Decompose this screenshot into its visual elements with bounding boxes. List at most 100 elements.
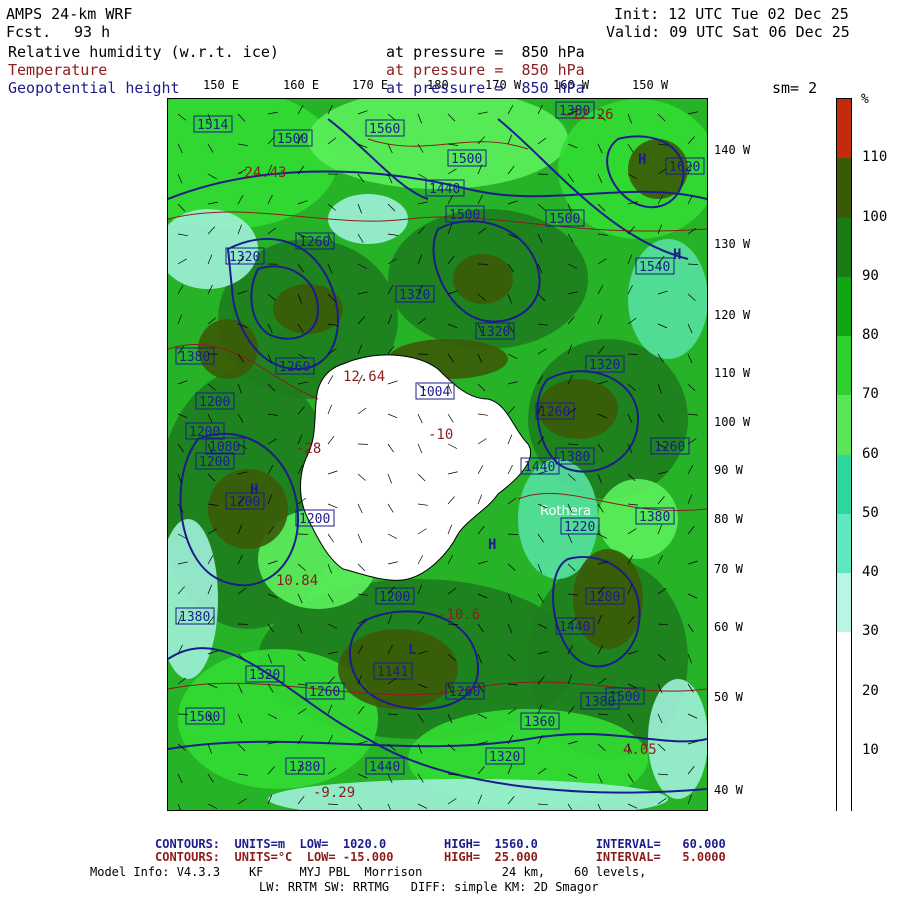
height-label: 1440 <box>429 182 460 197</box>
place-label-rothera: Rothera <box>540 504 591 519</box>
height-label: 1514 <box>197 118 228 133</box>
latitude-label: 100 W <box>714 415 751 429</box>
colorbar-tick: 40 <box>862 564 879 580</box>
colorbar-segment <box>837 691 851 752</box>
temperature-label: -28 <box>296 441 321 457</box>
height-label: 1260 <box>299 235 330 250</box>
latitude-label: 120 W <box>714 308 751 322</box>
height-label: 1141 <box>377 665 408 680</box>
colorbar-segment <box>837 395 851 455</box>
temperature-label: 12.64 <box>343 369 385 385</box>
colorbar-segment <box>837 573 851 633</box>
colorbar-tick: 70 <box>862 386 879 403</box>
field-rh-level: at pressure = 850 hPa <box>386 43 585 61</box>
temperature-label: -10.6 <box>438 607 480 623</box>
latitude-label: 70 W <box>714 562 743 576</box>
temperature-label: -12.26 <box>563 107 614 123</box>
high-marker: H <box>488 537 496 553</box>
rh-region <box>328 194 408 244</box>
height-label: 1200 <box>299 512 330 527</box>
height-label: 1540 <box>639 260 670 275</box>
colorbar-segment <box>837 750 851 811</box>
colorbar-tick: 20 <box>862 682 879 699</box>
field-rh-name: Relative humidity (w.r.t. ice) <box>8 43 279 61</box>
model-title: AMPS 24-km WRF <box>6 5 133 23</box>
height-label: 1500 <box>189 710 220 725</box>
colorbar-segment <box>837 336 851 396</box>
height-label: 1440 <box>524 460 555 475</box>
latitude-label: 60 W <box>714 620 743 634</box>
height-label: 1560 <box>369 122 400 137</box>
footer-physics-info: LW: RRTM SW: RRTMG DIFF: simple KM: 2D S… <box>259 880 599 894</box>
height-label: 1360 <box>524 715 555 730</box>
height-label: 1080 <box>209 440 240 455</box>
forecast-value: 93 h <box>74 23 111 41</box>
forecast-label: Fcst. <box>6 23 52 41</box>
height-label: 1500 <box>449 208 480 223</box>
smoothing-label: sm= 2 <box>772 79 818 97</box>
height-label: 1440 <box>369 760 400 775</box>
height-label: 1220 <box>564 520 595 535</box>
temperature-label: -24.43 <box>236 165 287 181</box>
colorbar-tick: 80 <box>862 327 879 343</box>
footer-model-info: Model Info: V4.3.3 KF MYJ PBL Morrison 2… <box>90 865 647 879</box>
field-temp-level: at pressure = 850 hPa <box>386 61 585 79</box>
field-temp-name: Temperature <box>8 61 108 79</box>
height-label: 1320 <box>489 750 520 765</box>
map-canvas: 1514 1500 1560 1500 1500 1440 1380 1320 1260 1320… <box>168 99 707 810</box>
colorbar-segment <box>837 99 851 159</box>
rh-region <box>628 239 707 359</box>
longitude-label: 170 E <box>352 78 389 92</box>
colorbar-segment <box>837 632 851 692</box>
longitude-label: 150 E <box>203 78 240 92</box>
height-label: 1200 <box>199 455 230 470</box>
height-label: 1380 <box>639 510 670 525</box>
height-label: 1380 <box>179 610 210 625</box>
rh-region <box>198 319 258 379</box>
height-label: 1500 <box>549 212 580 227</box>
height-label: 1320 <box>249 668 280 683</box>
latitude-label: 110 W <box>714 366 751 380</box>
height-label: 1320 <box>589 358 620 373</box>
height-label: 1380 <box>289 760 320 775</box>
colorbar-segment <box>837 158 851 218</box>
colorbar-segment <box>837 513 851 574</box>
colorbar-tick: 30 <box>862 623 879 640</box>
colorbar-segment <box>837 276 851 337</box>
height-label: 1380 <box>179 350 210 365</box>
height-label: 1260 <box>654 440 685 455</box>
high-marker: H <box>250 482 258 498</box>
colorbar-tick: 60 <box>862 445 879 462</box>
height-label: 1380 <box>559 450 590 465</box>
rh-region <box>453 254 513 304</box>
height-label: 1320 <box>479 325 510 340</box>
colorbar-segment <box>837 454 851 515</box>
longitude-label: 160 E <box>283 78 320 92</box>
height-label: 1280 <box>589 590 620 605</box>
init-time: Init: 12 UTC Tue 02 Dec 25 <box>614 5 849 23</box>
height-label: 1440 <box>559 620 590 635</box>
colorbar <box>836 98 852 811</box>
colorbar-tick: 10 <box>862 741 879 758</box>
colorbar-unit: % <box>861 92 869 107</box>
colorbar-tick: 50 <box>862 504 879 521</box>
colorbar-tick: 100 <box>862 208 888 225</box>
height-label: 1260 <box>449 685 480 700</box>
latitude-label: 50 W <box>714 690 743 704</box>
height-label: 1500 <box>451 152 482 167</box>
temperature-label: -10 <box>428 427 453 443</box>
field-height-name: Geopotential height <box>8 79 180 97</box>
height-label: 1380 <box>584 695 615 710</box>
low-marker: L <box>408 642 416 658</box>
longitude-label: 150 W <box>632 78 669 92</box>
latitude-label: 90 W <box>714 463 743 477</box>
colorbar-tick: 110 <box>862 149 888 166</box>
temperature-label: 10.84 <box>276 573 318 589</box>
latitude-label: 140 W <box>714 143 751 157</box>
height-label: 1320 <box>399 288 430 303</box>
height-label: 1320 <box>229 250 260 265</box>
field-height-level: at pressure = 850 hPa <box>386 79 585 97</box>
latitude-label: 80 W <box>714 512 743 526</box>
height-label: 1260 <box>309 685 340 700</box>
valid-time: Valid: 09 UTC Sat 06 Dec 25 <box>606 23 850 41</box>
